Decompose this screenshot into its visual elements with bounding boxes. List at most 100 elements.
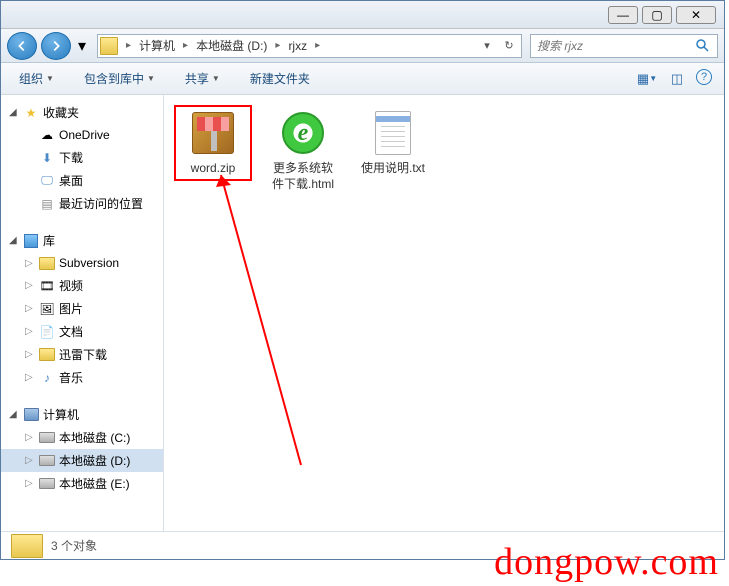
expand-icon: ▷: [25, 372, 35, 383]
chevron-right-icon: ▸: [315, 40, 320, 51]
video-icon: 🎞: [39, 278, 55, 294]
file-item-html[interactable]: 更多系统软件下载.html: [264, 105, 342, 196]
item-count: 3 个对象: [51, 537, 97, 554]
sidebar-item-onedrive[interactable]: ☁OneDrive: [1, 124, 163, 146]
nav-dropdown[interactable]: ▾: [75, 36, 89, 56]
newfolder-button[interactable]: 新建文件夹: [244, 66, 316, 91]
file-item-txt[interactable]: 使用说明.txt: [354, 105, 432, 181]
music-icon: ♪: [39, 370, 55, 386]
expand-icon: ▷: [25, 349, 35, 360]
drive-icon: [39, 476, 55, 492]
sidebar-item-subversion[interactable]: ▷Subversion: [1, 252, 163, 274]
file-name: 更多系统软件下载.html: [268, 161, 338, 192]
share-button[interactable]: 共享▼: [179, 66, 226, 91]
address-dropdown[interactable]: ▾: [477, 36, 497, 56]
navigation-bar: ▾ ▸ 计算机 ▸ 本地磁盘 (D:) ▸ rjxz ▸ ▾ ↻: [1, 29, 724, 63]
organize-button[interactable]: 组织▼: [13, 66, 60, 91]
computer-group: ◢ 计算机 ▷本地磁盘 (C:) ▷本地磁盘 (D:) ▷本地磁盘 (E:): [1, 403, 163, 495]
chevron-right-icon: ▸: [126, 40, 131, 51]
sidebar-item-thunder[interactable]: ▷迅雷下载: [1, 343, 163, 366]
sidebar-item-drive-c[interactable]: ▷本地磁盘 (C:): [1, 426, 163, 449]
search-icon[interactable]: [695, 38, 711, 54]
html-icon: [279, 109, 327, 157]
favorites-header[interactable]: ◢ ★ 收藏夹: [1, 101, 163, 124]
breadcrumb: ▸ 计算机 ▸ 本地磁盘 (D:) ▸ rjxz ▸: [122, 35, 324, 56]
explorer-window: — ▢ ✕ ▾ ▸ 计算机 ▸ 本地磁盘 (D:) ▸ rjxz ▸ ▾: [0, 0, 725, 560]
recent-icon: ▤: [39, 196, 55, 212]
close-button[interactable]: ✕: [676, 6, 716, 24]
libraries-header[interactable]: ◢ 库: [1, 229, 163, 252]
breadcrumb-item[interactable]: 本地磁盘 (D:): [192, 35, 271, 56]
file-name: 使用说明.txt: [361, 161, 425, 177]
sidebar-item-recent[interactable]: ▤最近访问的位置: [1, 192, 163, 215]
maximize-button[interactable]: ▢: [642, 6, 672, 24]
address-bar[interactable]: ▸ 计算机 ▸ 本地磁盘 (D:) ▸ rjxz ▸ ▾ ↻: [97, 34, 522, 58]
forward-button[interactable]: [41, 32, 71, 60]
collapse-icon: ◢: [9, 235, 19, 246]
sidebar-item-desktop[interactable]: 🖵桌面: [1, 169, 163, 192]
explorer-body: ◢ ★ 收藏夹 ☁OneDrive ⬇下载 🖵桌面 ▤最近访问的位置 ◢ 库 ▷…: [1, 95, 724, 531]
folder-icon: [39, 255, 55, 271]
zip-icon: [189, 109, 237, 157]
expand-icon: ▷: [25, 326, 35, 337]
navigation-pane: ◢ ★ 收藏夹 ☁OneDrive ⬇下载 🖵桌面 ▤最近访问的位置 ◢ 库 ▷…: [1, 95, 164, 531]
help-button[interactable]: ?: [696, 69, 712, 85]
refresh-button[interactable]: ↻: [499, 36, 519, 56]
expand-icon: ▷: [25, 478, 35, 489]
favorites-group: ◢ ★ 收藏夹 ☁OneDrive ⬇下载 🖵桌面 ▤最近访问的位置: [1, 101, 163, 215]
collapse-icon: ◢: [9, 409, 19, 420]
tree-label: 计算机: [43, 406, 79, 423]
library-icon: [23, 233, 39, 249]
search-input[interactable]: [537, 39, 695, 53]
search-box[interactable]: [530, 34, 718, 58]
cloud-icon: ☁: [39, 127, 55, 143]
file-name: word.zip: [191, 161, 236, 177]
expand-icon: ▷: [25, 280, 35, 291]
picture-icon: 🖼: [39, 301, 55, 317]
expand-icon: ▷: [25, 258, 35, 269]
expand-icon: ▷: [25, 432, 35, 443]
view-button[interactable]: ▦▼: [636, 69, 658, 89]
watermark-text: dongpow.com: [494, 540, 719, 584]
sidebar-item-video[interactable]: ▷🎞视频: [1, 274, 163, 297]
folder-icon: [11, 534, 43, 558]
download-icon: ⬇: [39, 150, 55, 166]
txt-icon: [369, 109, 417, 157]
minimize-button[interactable]: —: [608, 6, 638, 24]
preview-button[interactable]: ◫: [666, 69, 688, 89]
expand-icon: ▷: [25, 303, 35, 314]
star-icon: ★: [23, 105, 39, 121]
computer-header[interactable]: ◢ 计算机: [1, 403, 163, 426]
desktop-icon: 🖵: [39, 173, 55, 189]
libraries-group: ◢ 库 ▷Subversion ▷🎞视频 ▷🖼图片 ▷📄文档 ▷迅雷下载 ▷♪音…: [1, 229, 163, 389]
document-icon: 📄: [39, 324, 55, 340]
breadcrumb-item[interactable]: 计算机: [135, 35, 179, 56]
sidebar-item-downloads[interactable]: ⬇下载: [1, 146, 163, 169]
collapse-icon: ◢: [9, 107, 19, 118]
arrow-right-icon: [49, 39, 63, 53]
sidebar-item-pictures[interactable]: ▷🖼图片: [1, 297, 163, 320]
titlebar: — ▢ ✕: [1, 1, 724, 29]
breadcrumb-item[interactable]: rjxz: [284, 37, 311, 55]
sidebar-item-music[interactable]: ▷♪音乐: [1, 366, 163, 389]
sidebar-item-drive-e[interactable]: ▷本地磁盘 (E:): [1, 472, 163, 495]
expand-icon: ▷: [25, 455, 35, 466]
back-button[interactable]: [7, 32, 37, 60]
sidebar-item-documents[interactable]: ▷📄文档: [1, 320, 163, 343]
file-item-zip[interactable]: word.zip: [174, 105, 252, 181]
arrow-left-icon: [15, 39, 29, 53]
annotation-arrow: [211, 165, 311, 475]
file-list[interactable]: word.zip 更多系统软件下载.html 使用说明.txt: [164, 95, 724, 531]
sidebar-item-drive-d[interactable]: ▷本地磁盘 (D:): [1, 449, 163, 472]
tree-label: 收藏夹: [43, 104, 79, 121]
computer-icon: [23, 407, 39, 423]
chevron-right-icon: ▸: [275, 40, 280, 51]
include-button[interactable]: 包含到库中▼: [78, 66, 161, 91]
drive-icon: [39, 430, 55, 446]
chevron-right-icon: ▸: [183, 40, 188, 51]
drive-icon: [39, 453, 55, 469]
toolbar: 组织▼ 包含到库中▼ 共享▼ 新建文件夹 ▦▼ ◫ ?: [1, 63, 724, 95]
folder-icon: [39, 347, 55, 363]
tree-label: 库: [43, 232, 55, 249]
folder-icon: [100, 37, 118, 55]
